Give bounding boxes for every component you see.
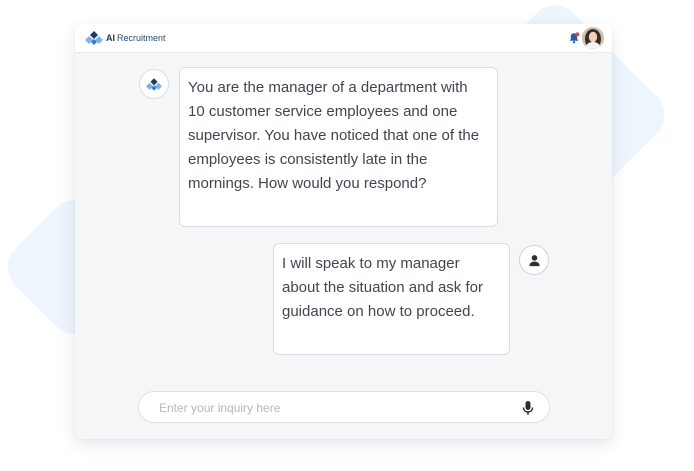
bell-icon[interactable]	[568, 32, 580, 44]
app-header: AI Recruitment	[75, 24, 612, 53]
user-message-bubble: I will speak to my manager about the sit…	[273, 243, 510, 355]
brand-text: AI Recruitment	[106, 33, 166, 43]
brand[interactable]: AI Recruitment	[85, 31, 166, 45]
user-avatar	[519, 245, 549, 275]
inquiry-input-bar	[138, 391, 550, 424]
chat-window: AI Recruitment You are the manager of a d…	[75, 24, 612, 439]
diamond-logo-icon	[146, 77, 162, 91]
bot-avatar	[139, 69, 169, 99]
inquiry-input[interactable]	[157, 392, 501, 424]
bot-message-bubble: You are the manager of a department with…	[179, 67, 498, 227]
diamond-logo-icon	[85, 31, 103, 45]
user-photo[interactable]	[582, 27, 604, 49]
brand-name: Recruitment	[117, 33, 166, 43]
person-icon	[528, 254, 540, 266]
microphone-icon[interactable]	[521, 400, 535, 416]
profile-picture	[582, 27, 604, 49]
brand-prefix: AI	[106, 33, 115, 43]
